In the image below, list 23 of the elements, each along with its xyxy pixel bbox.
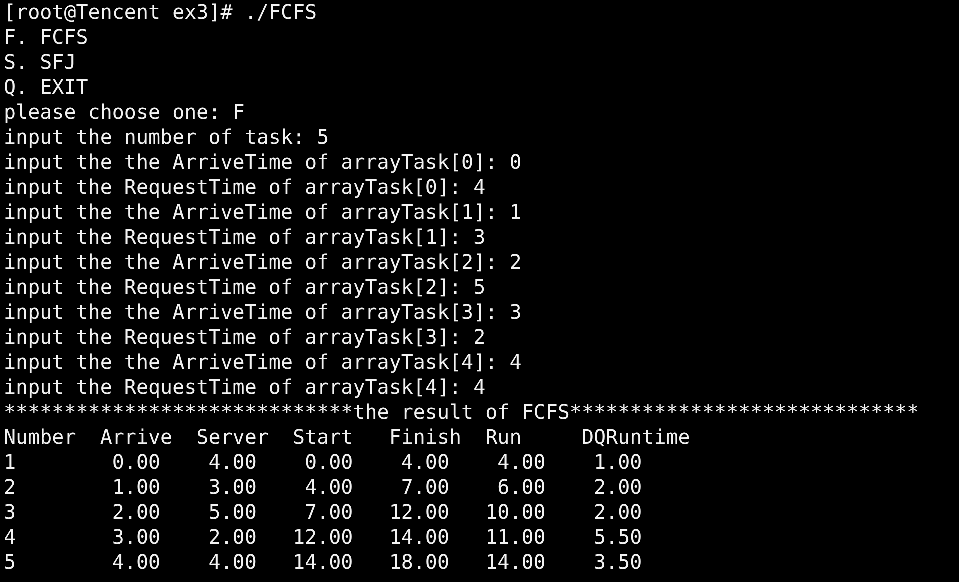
terminal-line: input the RequestTime of arrayTask[4]: 4 [4, 375, 486, 400]
terminal-line: 2 1.00 3.00 4.00 7.00 6.00 2.00 [4, 475, 642, 500]
terminal-line: input the the ArriveTime of arrayTask[4]: 4 [4, 350, 522, 375]
terminal-line: [root@Tencent ex3]# ./FCFS [4, 0, 318, 25]
terminal-line: input the RequestTime of arrayTask[0]: 4 [4, 175, 486, 200]
terminal-line: F. FCFS [4, 25, 88, 50]
terminal-line: Q. EXIT [4, 75, 88, 100]
terminal-line: 4 3.00 2.00 12.00 14.00 11.00 5.50 [4, 525, 642, 550]
terminal-line: input the the ArriveTime of arrayTask[2]: 2 [4, 250, 522, 275]
terminal-line: input the the ArriveTime of arrayTask[3]: 3 [4, 300, 522, 325]
terminal-line: S. SFJ [4, 50, 76, 75]
terminal-line: input the the ArriveTime of arrayTask[1]: 1 [4, 200, 522, 225]
terminal-line: input the RequestTime of arrayTask[1]: 3 [4, 225, 486, 250]
terminal-line: 5 4.00 4.00 14.00 18.00 14.00 3.50 [4, 550, 642, 575]
terminal-line: input the RequestTime of arrayTask[3]: 2 [4, 325, 486, 350]
terminal-line: input the RequestTime of arrayTask[2]: 5 [4, 275, 486, 300]
terminal-line: input the number of task: 5 [4, 125, 330, 150]
terminal-line: input the the ArriveTime of arrayTask[0]: 0 [4, 150, 522, 175]
terminal-line: please choose one: F [4, 100, 245, 125]
terminal-line: 3 2.00 5.00 7.00 12.00 10.00 2.00 [4, 500, 642, 525]
terminal-line: 1 0.00 4.00 0.00 4.00 4.00 1.00 [4, 450, 642, 475]
terminal-line: *****************************the result of FCFS***************************** [4, 400, 920, 425]
terminal-line: Number Arrive Server Start Finish Run DQRuntime [4, 425, 690, 450]
